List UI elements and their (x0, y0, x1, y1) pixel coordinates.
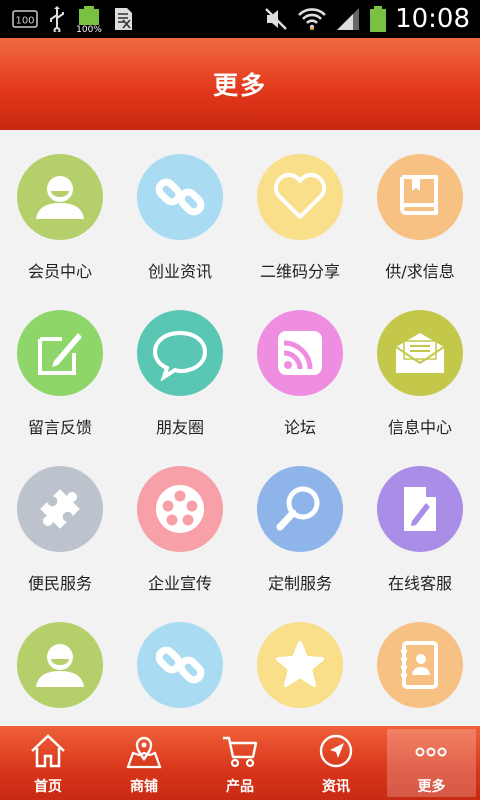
magnifier-icon (276, 486, 320, 531)
tab-shops[interactable]: 商铺 (96, 726, 192, 800)
cart-icon (220, 732, 260, 770)
grid-item-circle (17, 622, 103, 708)
grid-item-circle (377, 310, 463, 396)
grid-item-label: 论坛 (283, 418, 316, 437)
app-header: 更多 (0, 38, 480, 130)
battery-small-icon: 100% (76, 5, 102, 33)
grid-item-star[interactable] (240, 598, 360, 726)
status-time: 10:08 (395, 4, 470, 34)
document-edit-icon (404, 487, 436, 531)
grid-item-contacts[interactable] (360, 598, 480, 726)
grid-item-circle (137, 154, 223, 240)
status-right: 10:08 (263, 3, 470, 35)
grid-item-online-support[interactable]: 在线客服 (360, 442, 480, 598)
tab-label: 资讯 (322, 779, 350, 795)
link-icon (155, 646, 205, 684)
battery-icon (369, 5, 387, 33)
member-icon (36, 176, 84, 219)
grid-item-circle (377, 466, 463, 552)
battery-small-text: 100% (76, 25, 102, 33)
grid-item-label: 企业宣传 (147, 574, 212, 593)
book-icon (400, 175, 438, 215)
grid-item-circle (17, 310, 103, 396)
grid-item-circle (377, 622, 463, 708)
grid-item-corporate-promo[interactable]: 企业宣传 (120, 442, 240, 598)
grid-item-custom-service[interactable]: 定制服务 (240, 442, 360, 598)
puzzle-icon (40, 489, 80, 529)
grid-item-link-2[interactable] (120, 598, 240, 726)
grid-item-circle (257, 310, 343, 396)
grid-item-info-center[interactable]: 信息中心 (360, 286, 480, 442)
mail-icon (395, 333, 445, 373)
heart-icon (274, 173, 326, 219)
page-title: 更多 (212, 71, 267, 100)
status-bar: 100 100% 10:08 (0, 0, 480, 38)
grid-item-circle (377, 154, 463, 240)
map-pin-icon (124, 732, 164, 770)
grid-item-label: 二维码分享 (259, 262, 340, 281)
grid-item-label: 创业资讯 (147, 262, 212, 281)
grid-item-label: 信息中心 (387, 418, 452, 437)
star-icon (276, 641, 324, 687)
grid-item-circle (257, 466, 343, 552)
grid-item-forum[interactable]: 论坛 (240, 286, 360, 442)
grid-item-label: 供/求信息 (385, 262, 455, 281)
grid-item-friends-circle[interactable]: 朋友圈 (120, 286, 240, 442)
grid-item-member-center[interactable]: 会员中心 (0, 130, 120, 286)
tab-label: 首页 (34, 779, 62, 795)
grid-item-label: 朋友圈 (155, 418, 204, 437)
grid-item-qrcode-share[interactable]: 二维码分享 (240, 130, 360, 286)
sim-text: 100 (15, 16, 34, 27)
tab-label: 产品 (226, 779, 254, 795)
grid-item-circle (137, 466, 223, 552)
grid-item-startup-news[interactable]: 创业资讯 (120, 130, 240, 286)
grid-item-circle (257, 622, 343, 708)
contacts-icon (401, 641, 438, 689)
more-icon (411, 733, 451, 771)
wifi-icon (297, 6, 327, 32)
link-icon (155, 178, 205, 216)
grid-item-label: 便民服务 (27, 574, 92, 593)
feature-grid: 会员中心 创业资讯 二维码分享 供/求信息 留言反馈 朋友圈 论坛 信息中心 便… (0, 130, 480, 726)
grid-item-convenience-service[interactable]: 便民服务 (0, 442, 120, 598)
grid-item-supply-demand[interactable]: 供/求信息 (360, 130, 480, 286)
signal-icon (335, 6, 361, 32)
tab-more[interactable]: 更多 (387, 729, 476, 797)
member-icon (36, 644, 84, 687)
grid-item-circle (137, 622, 223, 708)
status-left: 100 100% (12, 5, 134, 33)
edit-icon (38, 333, 82, 375)
sim-100-icon: 100 (12, 9, 38, 29)
chat-icon (152, 330, 208, 381)
grid-item-label: 定制服务 (267, 574, 332, 593)
tab-label: 更多 (417, 779, 446, 795)
grid-item-circle (137, 310, 223, 396)
grid-item-circle (17, 154, 103, 240)
grid-item-label: 在线客服 (387, 574, 452, 593)
grid-item-circle (257, 154, 343, 240)
tab-news[interactable]: 资讯 (288, 726, 384, 800)
tab-label: 商铺 (130, 779, 158, 795)
tab-products[interactable]: 产品 (192, 726, 288, 800)
grid-item-label: 会员中心 (27, 262, 92, 281)
tab-home[interactable]: 首页 (0, 726, 96, 800)
compass-icon (316, 732, 356, 770)
usb-icon (48, 6, 66, 32)
rss-icon (278, 331, 322, 375)
home-icon (28, 732, 68, 770)
grid-item-label: 留言反馈 (27, 418, 92, 437)
sd-card-icon (112, 6, 134, 32)
grid-item-circle (17, 466, 103, 552)
mute-icon (263, 6, 289, 32)
film-reel-icon (156, 485, 204, 533)
grid-item-feedback[interactable]: 留言反馈 (0, 286, 120, 442)
bottom-tab-bar: 首页 商铺 产品 资讯 更多 (0, 726, 480, 800)
grid-item-member-center-2[interactable] (0, 598, 120, 726)
